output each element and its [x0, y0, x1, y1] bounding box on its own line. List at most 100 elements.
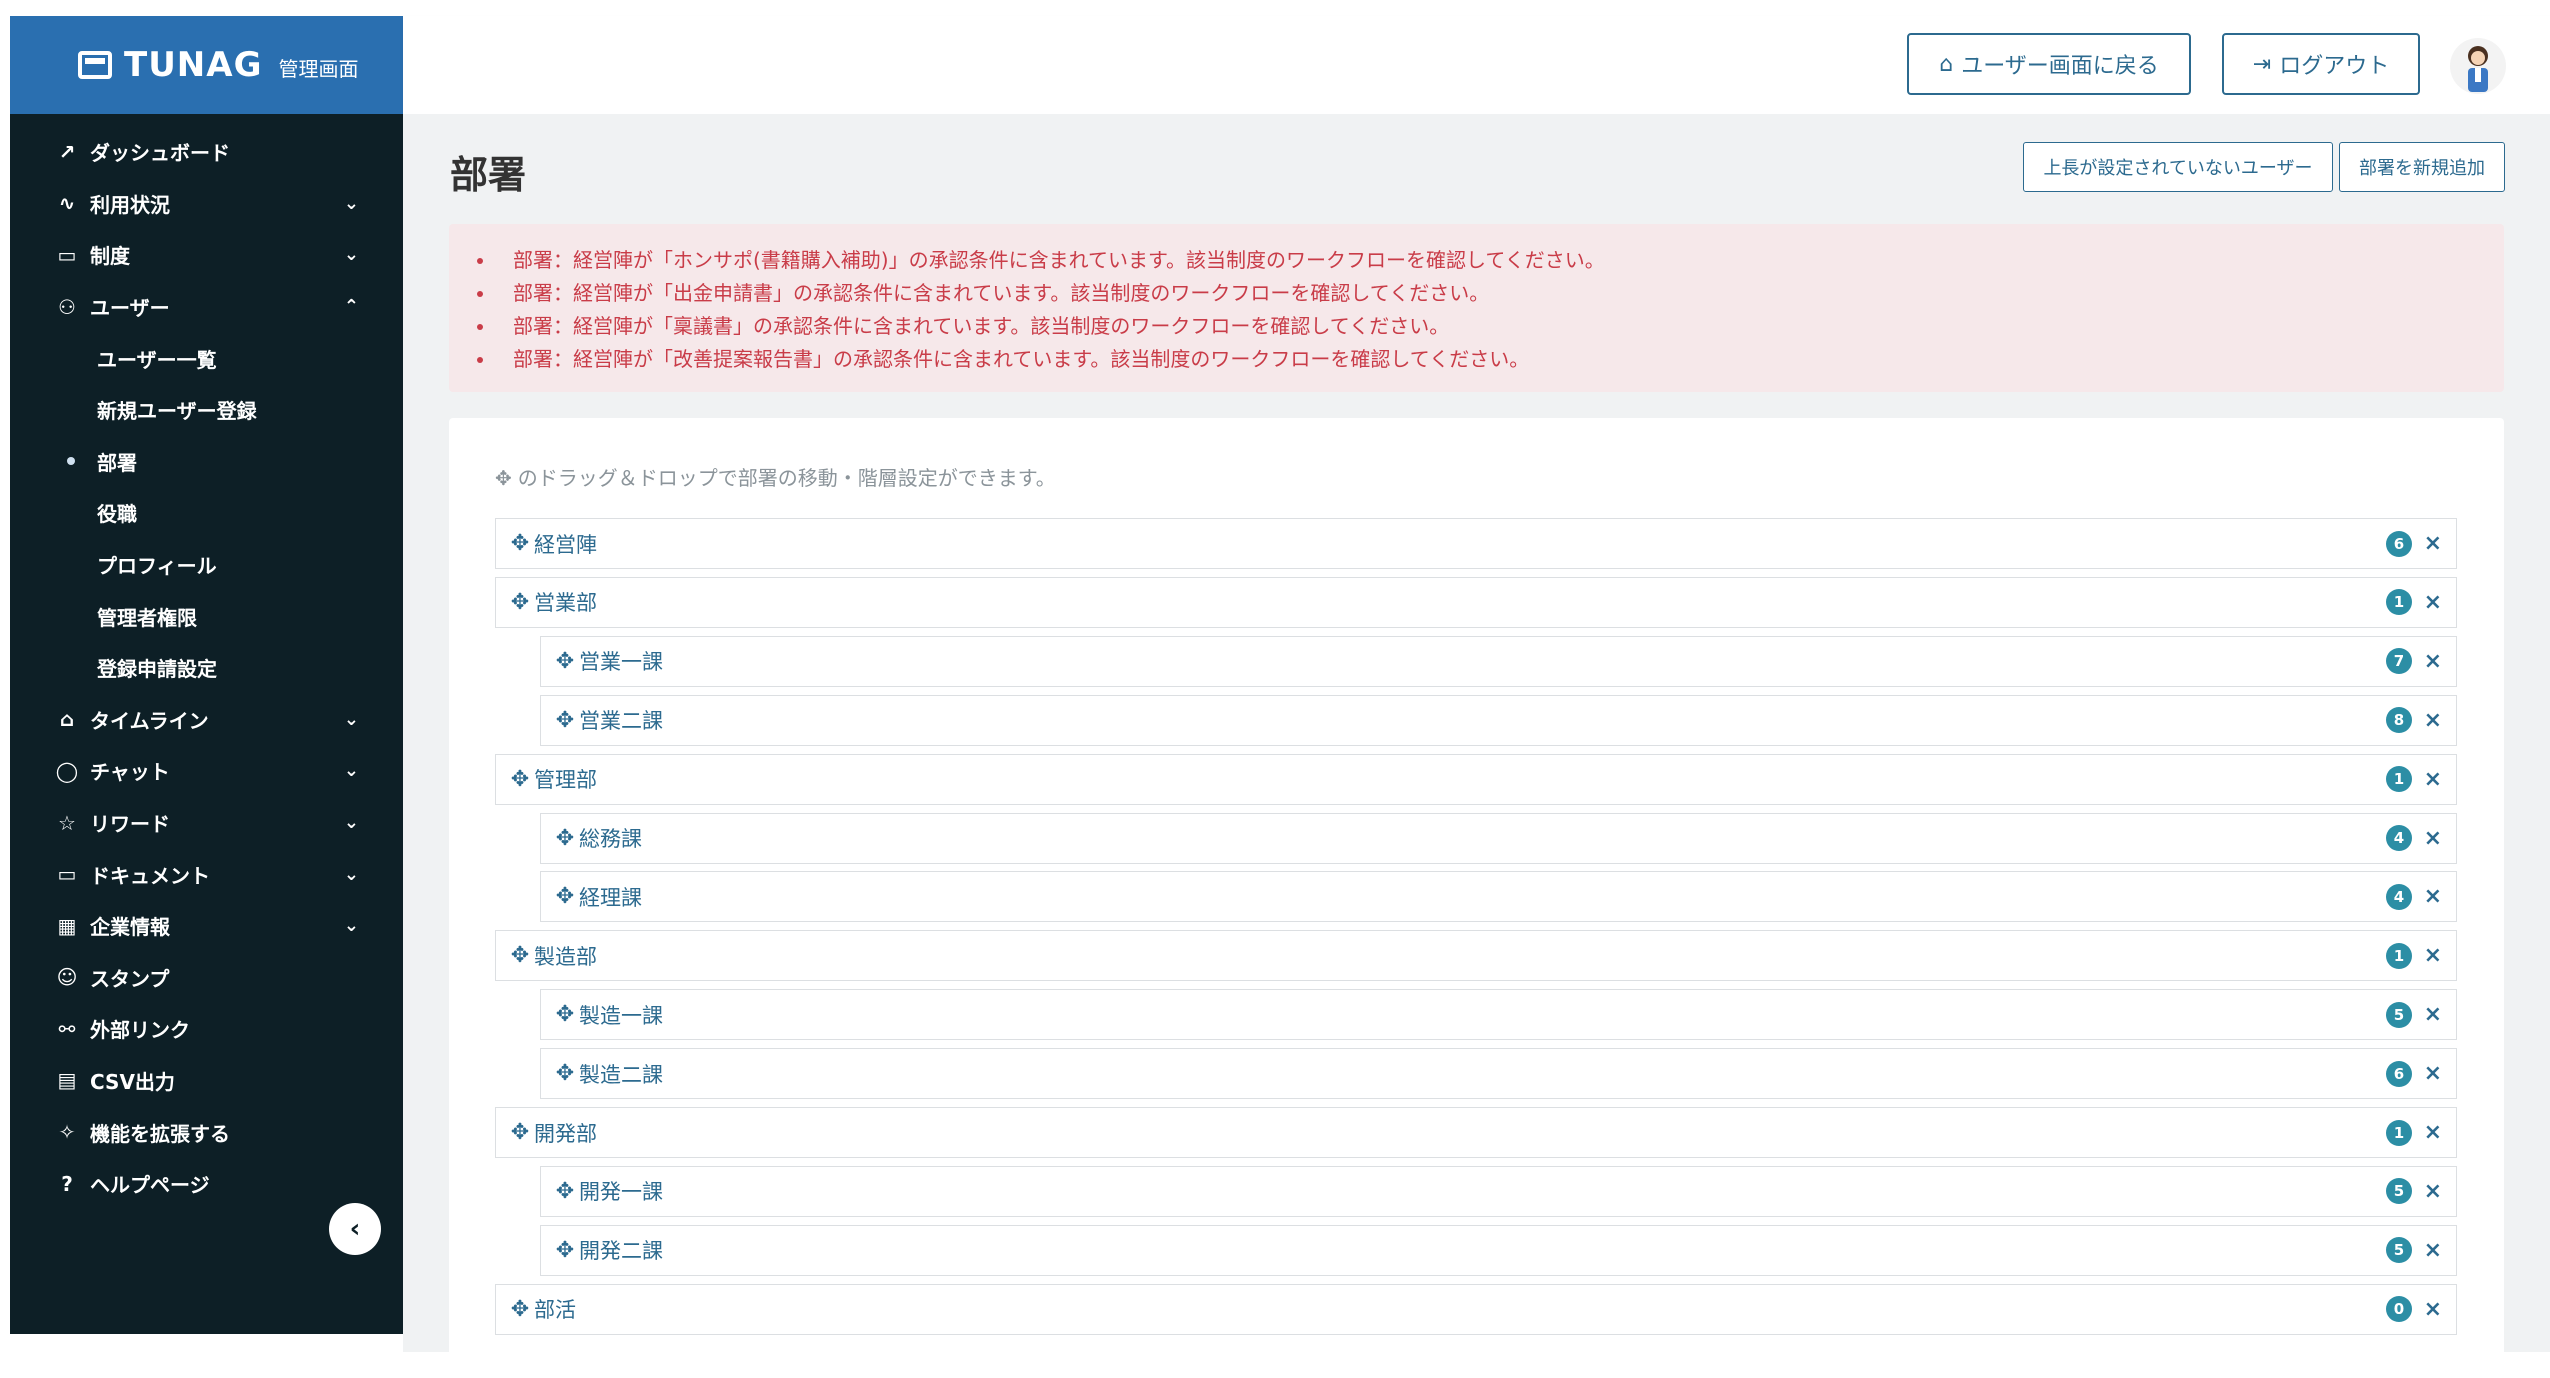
sidebar-item-11[interactable]: ▤CSV出力: [10, 1055, 403, 1107]
member-count-badge: 1: [2386, 943, 2412, 969]
delete-icon[interactable]: ×: [2424, 531, 2442, 556]
drag-handle-icon[interactable]: ✥: [555, 1238, 575, 1263]
sidebar-item-4[interactable]: ⌂タイムライン⌄: [10, 694, 403, 746]
delete-icon[interactable]: ×: [2424, 767, 2442, 792]
sidebar-item-7[interactable]: ▭ドキュメント⌄: [10, 848, 403, 900]
department-row[interactable]: ✥製造部 1 ×: [495, 930, 2457, 981]
drag-handle-icon[interactable]: ✥: [510, 767, 530, 792]
avatar-illustration: [2450, 38, 2506, 94]
users-without-manager-button[interactable]: 上長が設定されていないユーザー: [2023, 142, 2333, 192]
delete-icon[interactable]: ×: [2424, 943, 2442, 968]
department-name-link[interactable]: 営業部: [534, 587, 597, 617]
sidebar-item-6[interactable]: ☆リワード⌄: [10, 797, 403, 849]
drag-handle-icon[interactable]: ✥: [510, 1297, 530, 1322]
department-name-link[interactable]: 製造一課: [579, 1000, 663, 1030]
department-row[interactable]: ✥営業部 1 ×: [495, 577, 2457, 628]
delete-icon[interactable]: ×: [2424, 590, 2442, 615]
sidebar-item-10[interactable]: ⚯外部リンク: [10, 1003, 403, 1055]
drag-handle-icon[interactable]: ✥: [555, 1179, 575, 1204]
sidebar-collapse-button[interactable]: ‹: [329, 1203, 381, 1255]
sidebar: TUNAG 管理画面 ↗ ダッシュボード ∿利用状況⌄ ▭ 制度 ⌄ ⚇ユーザー⌃ユーザー一…: [10, 16, 403, 1334]
avatar[interactable]: [2450, 38, 2506, 94]
drag-handle-icon[interactable]: ✥: [510, 943, 530, 968]
brand-logo[interactable]: TUNAG 管理画面: [10, 16, 403, 114]
department-row[interactable]: ✥開発二課5×: [540, 1225, 2457, 1276]
department-row[interactable]: ✥開発一課5×: [540, 1166, 2457, 1217]
department-row[interactable]: ✥経営陣6×: [495, 518, 2457, 569]
sidebar-subitem-3[interactable]: 役職: [10, 487, 403, 539]
department-row[interactable]: ✥部活0×: [495, 1284, 2457, 1335]
department-row[interactable]: ✥営業二課8×: [540, 695, 2457, 746]
member-count-badge: 1: [2386, 589, 2412, 615]
delete-icon[interactable]: ×: [2424, 826, 2442, 851]
delete-icon[interactable]: ×: [2424, 1002, 2442, 1027]
department-row[interactable]: ✥営業一課7×: [540, 636, 2457, 687]
drag-handle-icon[interactable]: ✥: [555, 884, 575, 909]
department-row[interactable]: ✥製造二課 6 ×: [540, 1048, 2457, 1099]
sidebar-subitem-4[interactable]: プロフィール: [10, 539, 403, 591]
department-name-link[interactable]: 開発二課: [579, 1235, 663, 1265]
drag-handle-icon[interactable]: ✥: [510, 590, 530, 615]
member-count-badge: 6: [2386, 1061, 2412, 1087]
department-name-link[interactable]: 製造二課: [579, 1059, 663, 1089]
department-name-link[interactable]: 開発一課: [579, 1176, 663, 1206]
alert-message: 部署：経営陣が「改善提案報告書」の承認条件に含まれています。該当制度のワークフロ…: [477, 343, 2504, 376]
sidebar-subitem-5[interactable]: 管理者権限: [10, 590, 403, 642]
delete-icon[interactable]: ×: [2424, 1297, 2442, 1322]
chevron-down-icon: ⌄: [344, 864, 359, 885]
sidebar-item-1[interactable]: ∿利用状況⌄: [10, 178, 403, 230]
sidebar-subitem-6[interactable]: 登録申請設定: [10, 642, 403, 694]
sidebar-item-9[interactable]: ☺スタンプ: [10, 952, 403, 1004]
delete-icon[interactable]: ×: [2424, 1120, 2442, 1145]
sidebar-item-5[interactable]: ◯チャット⌄: [10, 745, 403, 797]
department-row[interactable]: ✥開発部 1 ×: [495, 1107, 2457, 1158]
add-department-button[interactable]: 部署を新規追加: [2339, 142, 2505, 192]
department-row[interactable]: ✥経理課4×: [540, 871, 2457, 922]
sidebar-item-label: 制度: [90, 240, 130, 269]
delete-icon[interactable]: ×: [2424, 884, 2442, 909]
alert-message: 部署：経営陣が「出金申請書」の承認条件に含まれています。該当制度のワークフローを…: [477, 277, 2504, 310]
department-row[interactable]: ✥総務課4×: [540, 813, 2457, 864]
delete-icon[interactable]: ×: [2424, 708, 2442, 733]
delete-icon[interactable]: ×: [2424, 1061, 2442, 1086]
drag-handle-icon[interactable]: ✥: [555, 826, 575, 851]
member-count-badge: 1: [2386, 1120, 2412, 1146]
delete-icon[interactable]: ×: [2424, 1179, 2442, 1204]
sidebar-subitem-2[interactable]: 部署: [10, 436, 403, 488]
department-row[interactable]: ✥製造一課5×: [540, 989, 2457, 1040]
department-name-link[interactable]: 経営陣: [534, 529, 597, 559]
department-name-link[interactable]: 営業一課: [579, 646, 663, 676]
chevron-down-icon: ⌄: [344, 244, 359, 265]
sidebar-item-13[interactable]: ?ヘルプページ: [10, 1158, 403, 1210]
department-name-link[interactable]: 部活: [534, 1294, 576, 1324]
drag-handle-icon[interactable]: ✥: [555, 708, 575, 733]
delete-icon[interactable]: ×: [2424, 649, 2442, 674]
department-row[interactable]: ✥管理部1×: [495, 754, 2457, 805]
sidebar-item-2[interactable]: ▭ 制度 ⌄: [10, 229, 403, 281]
book-icon: ▭: [54, 243, 80, 267]
sidebar-item-8[interactable]: ▦企業情報⌄: [10, 900, 403, 952]
department-name-link[interactable]: 経理課: [579, 882, 642, 912]
drag-handle-icon[interactable]: ✥: [510, 531, 530, 556]
chart-icon: ↗: [54, 140, 80, 164]
back-to-user-screen-button[interactable]: ⌂ ユーザー画面に戻る: [1907, 33, 2191, 95]
department-name-link[interactable]: 管理部: [534, 764, 597, 794]
drag-handle-icon[interactable]: ✥: [555, 1061, 575, 1086]
department-name-link[interactable]: 製造部: [534, 941, 597, 971]
sidebar-item-label: スタンプ: [90, 963, 169, 992]
sidebar-item-3[interactable]: ⚇ユーザー⌃: [10, 281, 403, 333]
department-name-link[interactable]: 営業二課: [579, 705, 663, 735]
department-name-link[interactable]: 総務課: [579, 823, 642, 853]
drag-handle-icon[interactable]: ✥: [510, 1120, 530, 1145]
drag-handle-icon[interactable]: ✥: [555, 649, 575, 674]
delete-icon[interactable]: ×: [2424, 1238, 2442, 1263]
sidebar-subitem-1[interactable]: 新規ユーザー登録: [10, 384, 403, 436]
sidebar-item-label: ダッシュボード: [90, 137, 230, 166]
sidebar-item-label: CSV出力: [90, 1066, 175, 1095]
sidebar-subitem-0[interactable]: ユーザー一覧: [10, 332, 403, 384]
sidebar-item-12[interactable]: ✧機能を拡張する: [10, 1106, 403, 1158]
sidebar-item-0[interactable]: ↗ ダッシュボード: [10, 126, 403, 178]
drag-handle-icon[interactable]: ✥: [555, 1002, 575, 1027]
department-name-link[interactable]: 開発部: [534, 1118, 597, 1148]
logout-button[interactable]: ⇥ ログアウト: [2222, 33, 2420, 95]
